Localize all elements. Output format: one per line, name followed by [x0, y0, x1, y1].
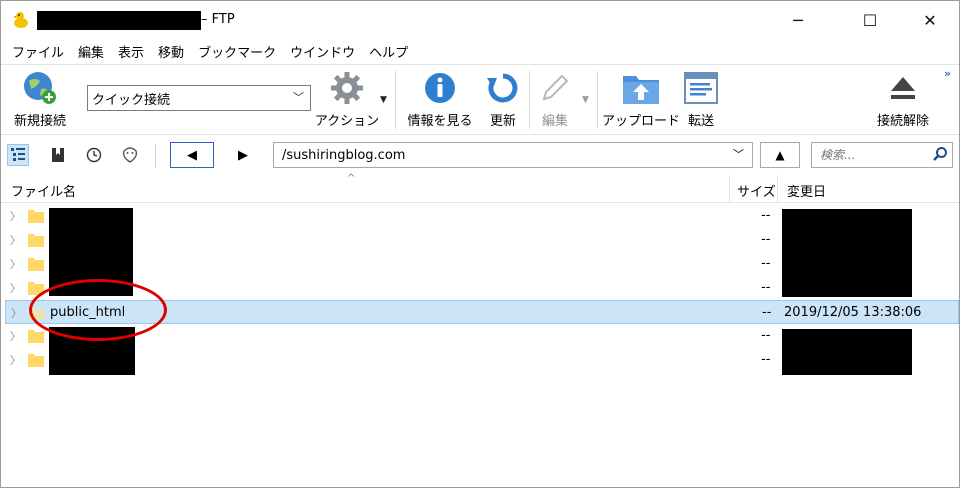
file-size: --: [761, 232, 771, 247]
file-modified: 2019/12/05 13:38:06: [784, 305, 922, 320]
column-header-size[interactable]: サイズ: [737, 181, 776, 200]
transfer-label: 転送: [687, 114, 714, 129]
search-input[interactable]: [818, 147, 928, 163]
folder-icon: [28, 330, 44, 343]
file-size: --: [761, 256, 771, 271]
navigation-bar: ◀ ▶ /sushiringblog.com ﹀ ▲: [1, 136, 959, 174]
path-select[interactable]: /sushiringblog.com ﹀: [273, 142, 753, 168]
transfer-button[interactable]: 転送: [681, 68, 721, 134]
menu-help[interactable]: ヘルプ: [369, 42, 408, 61]
chevron-right-icon[interactable]: 〉: [10, 352, 21, 368]
search-field[interactable]: [811, 142, 953, 168]
close-button[interactable]: ✕: [907, 1, 953, 39]
nav-separator: [155, 144, 156, 168]
upload-folder-icon: [621, 68, 661, 108]
toolbar-separator: [395, 71, 396, 129]
toolbar-overflow-icon[interactable]: »: [944, 67, 951, 80]
file-size: --: [761, 280, 771, 295]
refresh-icon: [483, 68, 523, 108]
bonjour-icon[interactable]: [119, 144, 141, 166]
bookmark-icon[interactable]: [47, 144, 69, 166]
file-size: --: [761, 352, 771, 367]
menu-go[interactable]: 移動: [158, 42, 184, 61]
redacted-dates: [782, 329, 912, 375]
folder-icon: [28, 210, 44, 223]
refresh-button[interactable]: 更新: [483, 68, 523, 134]
menu-view[interactable]: 表示: [118, 42, 144, 61]
search-icon[interactable]: [932, 146, 948, 166]
info-button[interactable]: 情報を見る: [403, 68, 477, 134]
globe-add-icon: [20, 68, 60, 108]
menu-file[interactable]: ファイル: [12, 42, 64, 61]
sort-ascending-icon: ^: [347, 173, 356, 184]
toolbar-separator: [529, 71, 530, 129]
new-connection-button[interactable]: 新規接続: [7, 68, 73, 134]
disconnect-button[interactable]: 接続解除: [867, 68, 939, 134]
duck-app-icon: [13, 12, 28, 28]
chevron-right-icon[interactable]: 〉: [10, 256, 21, 272]
info-icon: [420, 68, 460, 108]
window-title: – FTP: [201, 12, 235, 27]
eject-icon: [883, 68, 923, 108]
file-size: --: [761, 208, 771, 223]
chevron-right-icon[interactable]: 〉: [11, 305, 22, 321]
edit-button[interactable]: 編集: [535, 68, 575, 134]
chevron-right-icon[interactable]: 〉: [10, 328, 21, 344]
column-divider[interactable]: [729, 175, 730, 203]
title-bar: – FTP ─ ☐ ✕: [1, 1, 959, 39]
column-divider[interactable]: [777, 175, 778, 203]
upload-label: アップロード: [602, 114, 681, 129]
redacted-title: [37, 11, 201, 30]
chevron-right-icon[interactable]: 〉: [10, 208, 21, 224]
menu-edit[interactable]: 編集: [78, 42, 104, 61]
new-connection-label: 新規接続: [13, 114, 66, 129]
forward-button[interactable]: ▶: [221, 142, 265, 168]
folder-icon: [28, 354, 44, 367]
file-size: --: [761, 328, 771, 343]
column-header-name[interactable]: ファイル名: [11, 181, 76, 200]
maximize-button[interactable]: ☐: [847, 1, 893, 39]
redacted-dates: [782, 209, 912, 297]
quick-connect-select[interactable]: クイック接続 ﹀: [87, 85, 311, 111]
chevron-right-icon[interactable]: 〉: [10, 280, 21, 296]
pencil-icon: [535, 68, 575, 108]
action-button[interactable]: アクション: [315, 68, 379, 134]
chevron-down-icon: ﹀: [293, 91, 304, 104]
file-size: --: [762, 305, 772, 320]
upload-button[interactable]: アップロード: [602, 68, 681, 134]
disconnect-label: 接続解除: [876, 114, 929, 129]
refresh-label: 更新: [489, 114, 516, 129]
chevron-right-icon[interactable]: 〉: [10, 232, 21, 248]
menu-bar: ファイル 編集 表示 移動 ブックマーク ウインドウ ヘルプ: [1, 39, 959, 63]
info-label: 情報を見る: [407, 114, 473, 129]
minimize-button[interactable]: ─: [775, 1, 821, 39]
column-header-modified[interactable]: 変更日: [787, 181, 826, 200]
gear-icon: [327, 68, 367, 108]
path-value: /sushiringblog.com: [282, 147, 406, 163]
chevron-down-icon: ﹀: [733, 148, 744, 161]
menu-window[interactable]: ウインドウ: [290, 42, 355, 61]
quick-connect-value: クイック接続: [92, 92, 171, 108]
edit-label: 編集: [541, 114, 568, 129]
toolbar-separator: [597, 71, 598, 129]
parent-directory-button[interactable]: ▲: [760, 142, 800, 168]
action-dropdown-icon[interactable]: ▼: [380, 95, 387, 105]
back-button[interactable]: ◀: [170, 142, 214, 168]
file-list-header: ファイル名 ^ サイズ 変更日: [1, 173, 959, 203]
annotation-circle: [29, 279, 167, 341]
history-clock-icon[interactable]: [83, 144, 105, 166]
action-label: アクション: [314, 114, 380, 129]
outline-view-icon[interactable]: [7, 144, 29, 166]
folder-icon: [28, 234, 44, 247]
folder-icon: [28, 258, 44, 271]
menu-bookmark[interactable]: ブックマーク: [198, 42, 276, 61]
edit-dropdown-icon[interactable]: ▼: [582, 95, 589, 105]
toolbar: 新規接続 クイック接続 ﹀ アクション ▼ 情報を見る 更新 編集 ▼ アップロ…: [1, 64, 959, 135]
ftp-window: – FTP ─ ☐ ✕ ファイル 編集 表示 移動 ブックマーク ウインドウ ヘ…: [0, 0, 960, 488]
transfer-window-icon: [681, 68, 721, 108]
